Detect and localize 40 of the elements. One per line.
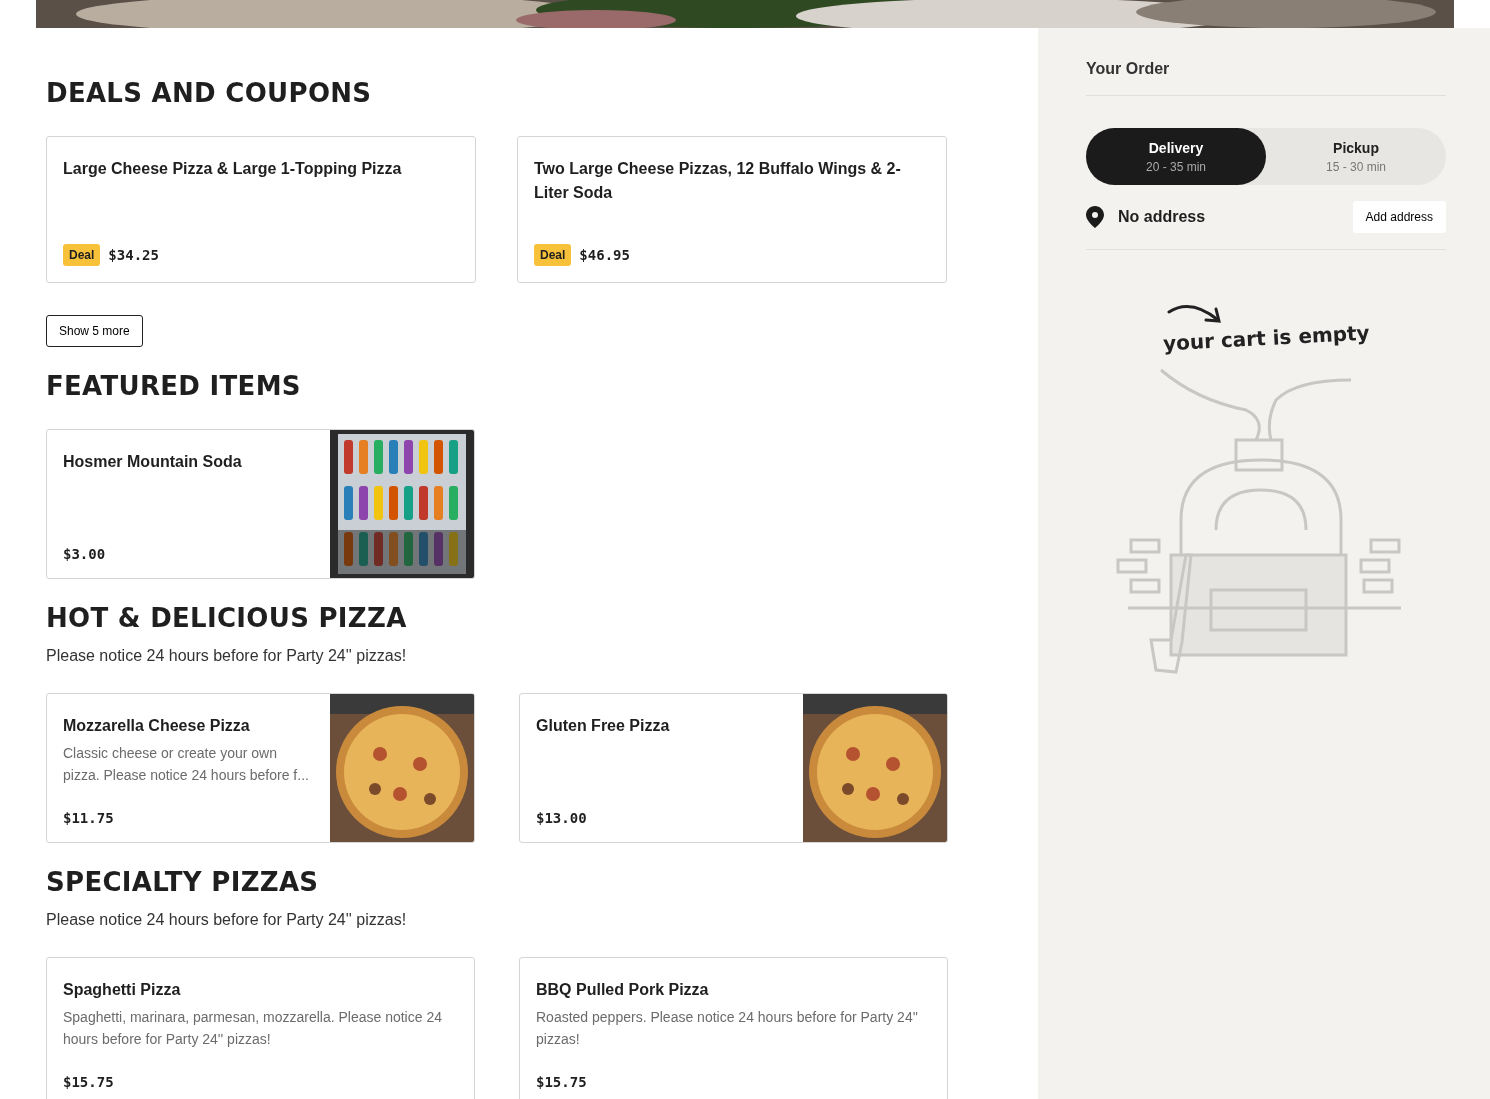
address-text: No address	[1118, 208, 1207, 226]
menu-item-card[interactable]: Mozzarella Cheese Pizza Classic cheese or create your own pizza. Please notice 24 hours before f... $11.75	[46, 693, 475, 843]
section-note: Please notice 24 hours before for Party 24'' pizzas!	[46, 647, 407, 665]
show-more-button[interactable]: Show 5 more	[46, 315, 143, 347]
item-name: Spaghetti Pizza	[63, 980, 182, 1000]
order-title: Your Order	[1086, 60, 1446, 96]
item-name: Mozzarella Cheese Pizza	[63, 716, 251, 736]
item-description: Classic cheese or create your own pizza. Please notice 24 hours before f...	[63, 744, 310, 785]
deal-card[interactable]: Two Large Cheese Pizzas, 12 Buffalo Wings & 2-Liter Soda Deal $46.95	[517, 136, 947, 283]
item-name: Hosmer Mountain Soda	[63, 452, 243, 472]
menu-item-card[interactable]: Hosmer Mountain Soda $3.00	[46, 429, 475, 579]
menu-item-card[interactable]: Spaghetti Pizza Spaghetti, marinara, parmesan, mozzarella. Please notice 24 hours before for Party 24'' pizzas! $15.75	[46, 957, 475, 1099]
section-heading: DEALS AND COUPONS	[46, 78, 373, 108]
location-pin-icon	[1086, 206, 1104, 228]
section-heading: SPECIALTY PIZZAS	[46, 867, 320, 897]
item-price: $15.75	[536, 1074, 587, 1090]
deal-card[interactable]: Large Cheese Pizza & Large 1-Topping Pizza Deal $34.25	[46, 136, 476, 283]
item-price: $11.75	[63, 810, 114, 826]
menu-item-card[interactable]: Gluten Free Pizza $13.00	[519, 693, 948, 843]
add-address-button[interactable]: Add address	[1352, 201, 1446, 233]
deal-badge: Deal	[534, 244, 572, 266]
item-price: $3.00	[63, 546, 106, 562]
item-price: $15.75	[63, 1074, 114, 1090]
item-name: Gluten Free Pizza	[536, 716, 671, 736]
item-name: BBQ Pulled Pork Pizza	[536, 980, 710, 1000]
item-price: $13.00	[536, 810, 587, 826]
fulfillment-option[interactable]: Pickup 15 - 30 min	[1266, 128, 1446, 185]
item-description: Spaghetti, marinara, parmesan, mozzarella. Please notice 24 hours before for Party 24'' pizzas!	[63, 1008, 443, 1049]
section-heading: HOT & DELICIOUS PIZZA	[46, 603, 408, 633]
deal-name: Large Cheese Pizza & Large 1-Topping Pizza	[63, 159, 403, 179]
deal-name: Two Large Cheese Pizzas, 12 Buffalo Wings & 2-Liter Soda	[534, 159, 902, 203]
deal-price: $34.25	[108, 247, 159, 263]
item-description: Roasted peppers. Please notice 24 hours before for Party 24'' pizzas!	[536, 1008, 920, 1049]
section-heading: FEATURED ITEMS	[46, 371, 302, 401]
section-note: Please notice 24 hours before for Party 24'' pizzas!	[46, 911, 407, 929]
deal-price: $46.95	[579, 247, 630, 263]
empty-cart-message: your cart is empty	[1162, 320, 1370, 356]
fulfillment-option[interactable]: Delivery 20 - 35 min	[1086, 128, 1266, 185]
menu-item-card[interactable]: BBQ Pulled Pork Pizza Roasted peppers. Please notice 24 hours before for Party 24'' pizzas! $15.75	[519, 957, 948, 1099]
deal-badge: Deal	[63, 244, 101, 266]
